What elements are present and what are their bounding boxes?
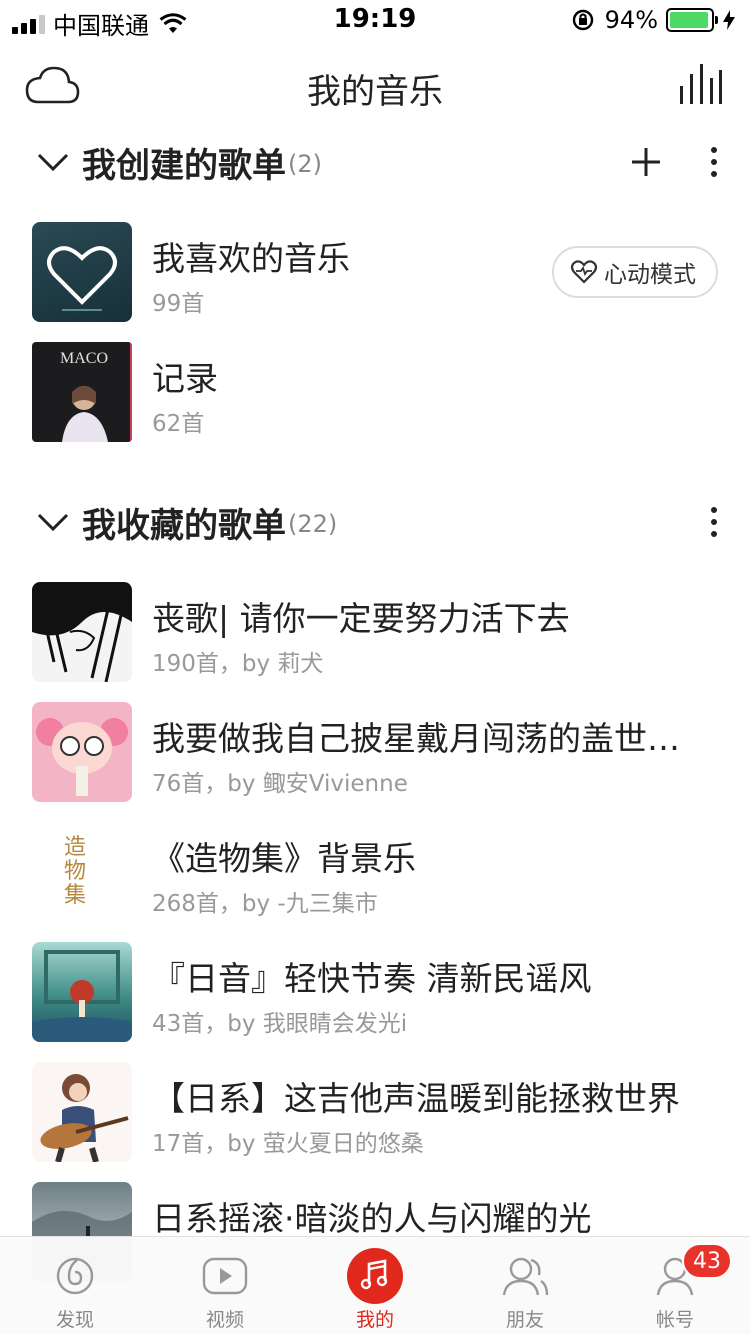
playlist-creator: 76首，by 鲰安Vivienne bbox=[152, 771, 408, 797]
playlist-row[interactable]: 造物集 《造物集》背景乐 268首，by -九三集市 bbox=[0, 822, 750, 932]
tab-account[interactable]: 帐号 43 bbox=[600, 1237, 750, 1334]
add-playlist-icon[interactable] bbox=[630, 146, 662, 178]
playlist-name: 记录 bbox=[152, 359, 218, 398]
playlist-cover bbox=[32, 942, 132, 1042]
section-count: (2) bbox=[288, 150, 322, 178]
more-options-icon[interactable] bbox=[708, 146, 720, 178]
video-play-icon bbox=[202, 1257, 248, 1295]
playlist-cover bbox=[32, 222, 132, 322]
friends-icon bbox=[502, 1257, 549, 1296]
page-title: 我的音乐 bbox=[307, 72, 443, 112]
battery-percent: 94% bbox=[604, 6, 658, 34]
playlist-name: 《造物集》背景乐 bbox=[152, 839, 416, 878]
playlist-name: 【日系】这吉他声温暖到能拯救世界 bbox=[152, 1079, 680, 1118]
playlist-cover: MACO bbox=[32, 342, 132, 442]
playlist-row[interactable]: 丧歌| 请你一定要努力活下去 190首，by 莉犬 bbox=[0, 582, 750, 692]
heart-mode-button[interactable]: 心动模式 bbox=[552, 246, 718, 298]
tab-label: 发现 bbox=[55, 1309, 94, 1331]
playlist-name: 丧歌| 请你一定要努力活下去 bbox=[152, 599, 570, 638]
section-title: 我收藏的歌单 bbox=[82, 505, 286, 546]
cover-lettering: 造物集 bbox=[64, 835, 87, 908]
tab-discover[interactable]: 发现 bbox=[0, 1237, 150, 1334]
heartbeat-icon bbox=[570, 260, 598, 284]
tab-label: 朋友 bbox=[505, 1309, 544, 1331]
charging-bolt-icon bbox=[723, 10, 735, 30]
status-bar: 中国联通 19:19 94% bbox=[0, 0, 750, 40]
battery-icon bbox=[666, 8, 718, 32]
playlist-track-count: 62首 bbox=[152, 411, 205, 437]
tab-label: 帐号 bbox=[655, 1309, 694, 1331]
playlist-row-record[interactable]: MACO 记录 62首 bbox=[0, 342, 750, 452]
netease-music-logo-icon bbox=[56, 1257, 94, 1295]
playlist-creator: 268首，by -九三集市 bbox=[152, 891, 378, 917]
tab-label: 视频 bbox=[205, 1309, 244, 1331]
playlist-creator: 17首，by 萤火夏日的悠桑 bbox=[152, 1131, 424, 1157]
tab-friends[interactable]: 朋友 bbox=[450, 1237, 600, 1334]
notification-badge: 43 bbox=[682, 1243, 732, 1279]
tab-my-music[interactable]: 我的 bbox=[300, 1237, 450, 1334]
more-options-icon[interactable] bbox=[708, 506, 720, 538]
playlist-track-count: 99首 bbox=[152, 291, 205, 317]
playlist-cover: 造物集 bbox=[32, 822, 132, 922]
nav-bar: 我的音乐 bbox=[0, 52, 750, 118]
playlist-row[interactable]: 『日音』轻快节奏 清新民谣风 43首，by 我眼睛会发光i bbox=[0, 942, 750, 1052]
equalizer-bars-icon[interactable] bbox=[678, 62, 724, 106]
playlist-name: 日系摇滚·暗淡的人与闪耀的光 bbox=[152, 1199, 592, 1238]
music-note-icon bbox=[347, 1248, 403, 1304]
section-title: 我创建的歌单 bbox=[82, 145, 286, 186]
orientation-lock-icon bbox=[572, 9, 593, 31]
created-playlists-header[interactable]: 我创建的歌单 (2) bbox=[0, 132, 750, 192]
tab-label: 我的 bbox=[355, 1309, 394, 1331]
playlist-creator: 43首，by 我眼睛会发光i bbox=[152, 1011, 408, 1037]
heart-mode-label: 心动模式 bbox=[604, 262, 696, 288]
playlist-cover bbox=[32, 1062, 132, 1162]
playlist-row[interactable]: 我要做我自己披星戴月闯荡的盖世… 76首，by 鲰安Vivienne bbox=[0, 702, 750, 812]
playlist-name: 『日音』轻快节奏 清新民谣风 bbox=[152, 959, 592, 998]
tab-bar: 发现 视频 我的 朋友 帐号 43 bbox=[0, 1236, 750, 1334]
tab-video[interactable]: 视频 bbox=[150, 1237, 300, 1334]
playlist-creator: 190首，by 莉犬 bbox=[152, 651, 324, 677]
playlist-name: 我要做我自己披星戴月闯荡的盖世… bbox=[152, 719, 680, 758]
chevron-down-icon[interactable] bbox=[36, 151, 70, 173]
playlist-row-liked[interactable]: 我喜欢的音乐 99首 心动模式 bbox=[0, 222, 750, 332]
collected-playlists-header[interactable]: 我收藏的歌单 (22) bbox=[0, 492, 750, 552]
playlist-row[interactable]: 【日系】这吉他声温暖到能拯救世界 17首，by 萤火夏日的悠桑 bbox=[0, 1062, 750, 1172]
playlist-cover bbox=[32, 702, 132, 802]
section-count: (22) bbox=[288, 510, 338, 538]
chevron-down-icon[interactable] bbox=[36, 511, 70, 533]
playlist-cover bbox=[32, 582, 132, 682]
